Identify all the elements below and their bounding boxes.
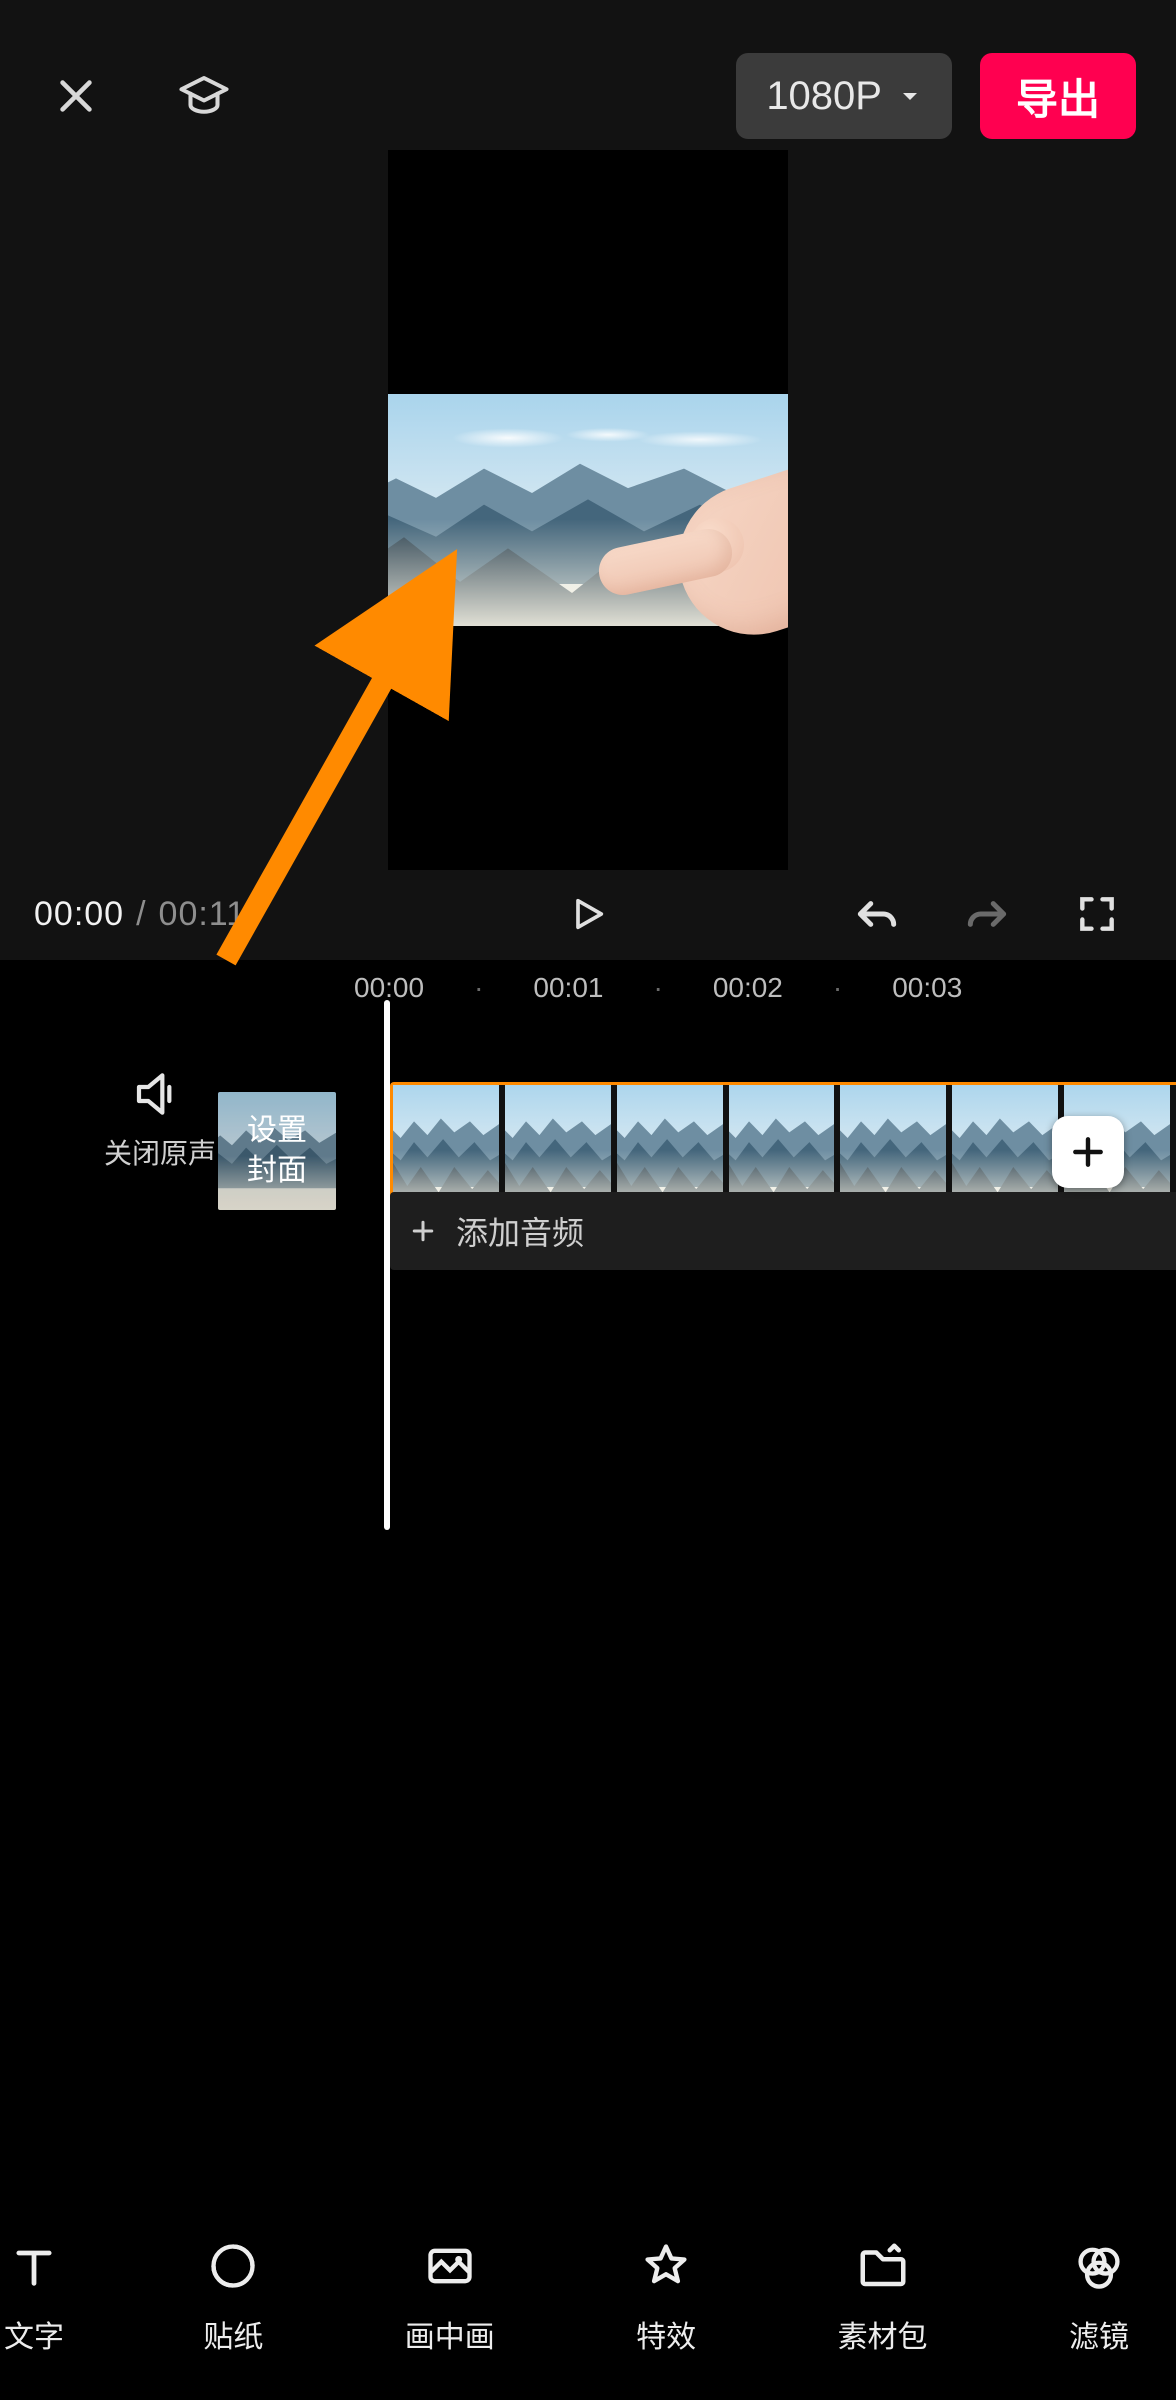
video-preview[interactable] bbox=[388, 150, 788, 870]
cover-line1: 设置 bbox=[247, 1111, 307, 1151]
resolution-selector[interactable]: 1080P bbox=[736, 53, 952, 139]
mute-label: 关闭原声 bbox=[104, 1132, 216, 1172]
cover-line2: 封面 bbox=[247, 1151, 307, 1191]
ruler-dot: · bbox=[833, 972, 842, 1004]
ruler-dot: · bbox=[653, 972, 662, 1004]
close-icon bbox=[53, 73, 99, 119]
tool-label: 画中画 bbox=[405, 2312, 495, 2356]
current-time: 00:00 bbox=[34, 895, 124, 934]
export-label: 导出 bbox=[1016, 66, 1100, 127]
add-clip-button[interactable] bbox=[1052, 1116, 1124, 1188]
top-bar: 1080P 导出 bbox=[0, 48, 1176, 144]
pointing-hand-overlay bbox=[598, 470, 788, 640]
pip-icon bbox=[422, 2238, 478, 2294]
ruler-dot: · bbox=[474, 972, 483, 1004]
effects-icon bbox=[638, 2238, 694, 2294]
tool-label: 文字 bbox=[4, 2312, 64, 2356]
tool-assets[interactable]: 素材包 bbox=[818, 2238, 948, 2356]
export-button[interactable]: 导出 bbox=[980, 53, 1136, 139]
bottom-toolbar: 文字 贴纸 画中画 特效 素材包 bbox=[0, 2222, 1176, 2372]
ruler-mark: 00:01 bbox=[533, 972, 603, 1004]
ruler-mark: 00:03 bbox=[892, 972, 962, 1004]
time-ruler[interactable]: 00:00 · 00:01 · 00:02 · 00:03 bbox=[0, 960, 1176, 1016]
top-bar-right: 1080P 导出 bbox=[736, 53, 1136, 139]
time-separator: / bbox=[136, 895, 146, 934]
tool-label: 滤镜 bbox=[1069, 2312, 1129, 2356]
redo-button[interactable] bbox=[942, 879, 1032, 949]
undo-icon bbox=[852, 889, 902, 939]
tool-text[interactable]: 文字 bbox=[12, 2238, 82, 2356]
tool-label: 贴纸 bbox=[203, 2312, 263, 2356]
tool-filter[interactable]: 滤镜 bbox=[1034, 2238, 1164, 2356]
ruler-mark: 00:00 bbox=[354, 972, 424, 1004]
add-audio-track[interactable]: 添加音频 bbox=[390, 1192, 1176, 1270]
playhead[interactable] bbox=[384, 1000, 390, 1530]
speaker-icon bbox=[132, 1070, 188, 1118]
tool-label: 素材包 bbox=[838, 2312, 928, 2356]
filter-icon bbox=[1071, 2238, 1127, 2294]
fullscreen-button[interactable] bbox=[1052, 879, 1142, 949]
time-display: 00:00 / 00:11 bbox=[34, 895, 246, 934]
close-button[interactable] bbox=[40, 60, 112, 132]
ruler-mark: 00:02 bbox=[713, 972, 783, 1004]
graduation-cap-icon bbox=[177, 69, 231, 123]
tool-effects[interactable]: 特效 bbox=[601, 2238, 731, 2356]
mute-original-audio[interactable]: 关闭原声 bbox=[90, 1070, 230, 1172]
play-button[interactable] bbox=[543, 879, 633, 949]
plus-icon bbox=[408, 1216, 438, 1246]
total-duration: 00:11 bbox=[159, 895, 247, 934]
playback-controls: 00:00 / 00:11 bbox=[0, 874, 1176, 954]
undo-button[interactable] bbox=[832, 879, 922, 949]
chevron-down-icon bbox=[898, 84, 922, 108]
controls-right bbox=[832, 879, 1142, 949]
play-icon bbox=[568, 891, 608, 937]
tool-sticker[interactable]: 贴纸 bbox=[168, 2238, 298, 2356]
set-cover-button[interactable]: 设置 封面 bbox=[218, 1092, 336, 1210]
tool-pip[interactable]: 画中画 bbox=[385, 2238, 515, 2356]
assets-icon bbox=[855, 2238, 911, 2294]
plus-icon bbox=[1069, 1133, 1107, 1171]
tool-label: 特效 bbox=[636, 2312, 696, 2356]
cover-text: 设置 封面 bbox=[218, 1092, 336, 1210]
timeline[interactable]: 00:00 · 00:01 · 00:02 · 00:03 关闭原声 bbox=[0, 960, 1176, 2400]
redo-icon bbox=[962, 889, 1012, 939]
top-bar-left bbox=[40, 60, 240, 132]
app-root: 1080P 导出 00:00 / 00:11 bbox=[0, 0, 1176, 2400]
sticker-icon bbox=[205, 2238, 261, 2294]
tutorial-button[interactable] bbox=[168, 60, 240, 132]
add-audio-label: 添加音频 bbox=[456, 1208, 584, 1254]
fullscreen-icon bbox=[1075, 892, 1119, 936]
text-icon bbox=[6, 2238, 62, 2294]
resolution-label: 1080P bbox=[766, 74, 882, 119]
ruler-marks: 00:00 · 00:01 · 00:02 · 00:03 bbox=[354, 972, 962, 1004]
